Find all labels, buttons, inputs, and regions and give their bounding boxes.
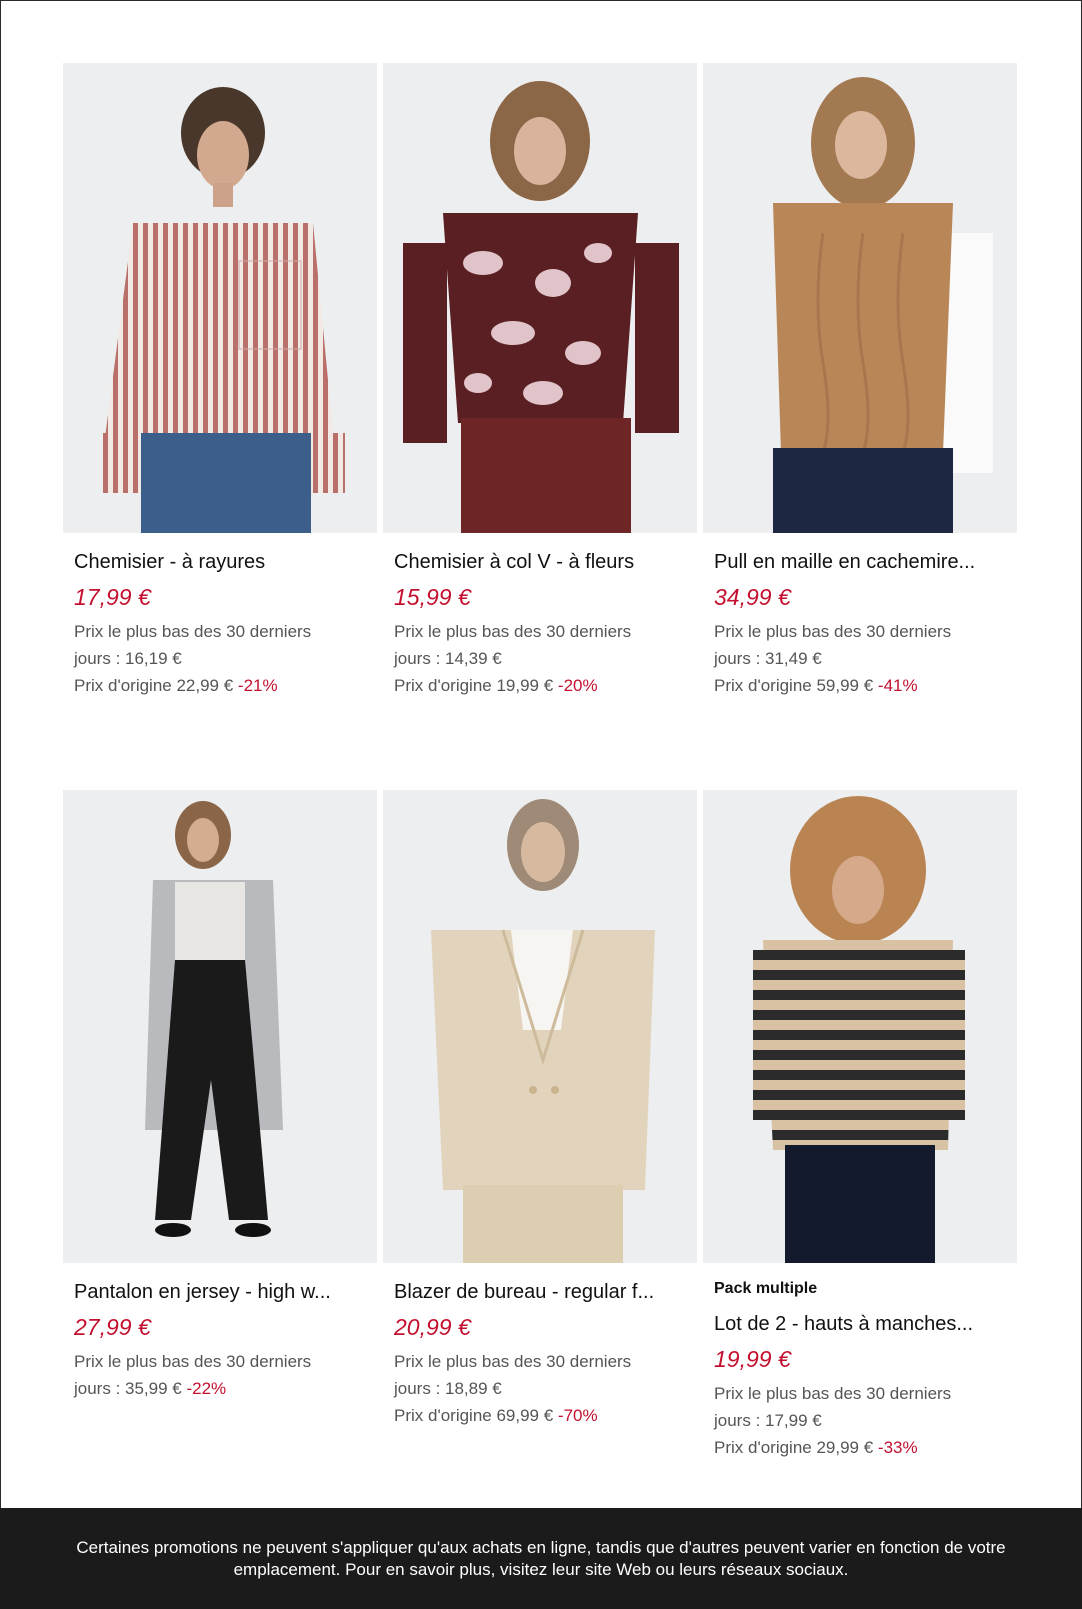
original-price: Prix d'origine 19,99 € [394, 676, 554, 695]
product-image[interactable] [63, 63, 377, 533]
product-price: 19,99 € [714, 1346, 791, 1372]
product-price: 27,99 € [74, 1314, 151, 1340]
product-card[interactable]: Pull en maille en cachemire... 34,99 € P… [703, 63, 1017, 753]
original-price: Prix d'origine 22,99 € [74, 676, 234, 695]
product-card[interactable]: Pantalon en jersey - high w... 27,99 € P… [63, 790, 377, 1461]
lowest-price-label: Prix le plus bas des 30 derniers [394, 622, 632, 641]
footer-text: Certaines promotions ne peuvent s'appliq… [76, 1537, 1006, 1579]
product-title[interactable]: Lot de 2 - hauts à manches... [714, 1312, 1017, 1336]
price-details: Prix le plus bas des 30 derniers jours :… [714, 618, 1017, 699]
product-image[interactable] [703, 63, 1017, 533]
original-price: Prix d'origine 29,99 € [714, 1438, 874, 1457]
product-grid: Chemisier - à rayures 17,99 € Prix le pl… [63, 63, 1019, 1461]
pack-label: Pack multiple [714, 1280, 818, 1297]
lowest-price-value: jours : 17,99 € [714, 1411, 822, 1430]
product-card[interactable]: Blazer de bureau - regular f... 20,99 € … [383, 790, 697, 1461]
price-details: Prix le plus bas des 30 derniers jours :… [74, 618, 377, 699]
price-details: Prix le plus bas des 30 derniers jours :… [74, 1348, 377, 1402]
lowest-price-label: Prix le plus bas des 30 derniers [714, 622, 952, 641]
discount-badge: -33% [877, 1438, 918, 1457]
product-card[interactable]: Pack multiple Lot de 2 - hauts à manches… [703, 790, 1017, 1461]
product-title[interactable]: Chemisier à col V - à fleurs [394, 550, 697, 574]
lowest-price-value: jours : 18,89 € [394, 1379, 502, 1398]
product-title[interactable]: Blazer de bureau - regular f... [394, 1280, 697, 1304]
product-image[interactable] [383, 63, 697, 533]
lowest-price-value: jours : 14,39 € [394, 649, 502, 668]
product-title[interactable]: Pull en maille en cachemire... [714, 550, 1017, 574]
product-image[interactable] [703, 790, 1017, 1263]
discount-badge: -22% [186, 1379, 227, 1398]
product-row: Pantalon en jersey - high w... 27,99 € P… [63, 790, 1019, 1461]
lowest-price-value: jours : 35,99 € [74, 1379, 182, 1398]
discount-badge: -70% [557, 1406, 598, 1425]
product-row: Chemisier - à rayures 17,99 € Prix le pl… [63, 63, 1019, 753]
original-price: Prix d'origine 59,99 € [714, 676, 874, 695]
product-price: 20,99 € [394, 1314, 471, 1340]
lowest-price-label: Prix le plus bas des 30 derniers [74, 1352, 312, 1371]
discount-badge: -20% [557, 676, 598, 695]
lowest-price-label: Prix le plus bas des 30 derniers [394, 1352, 632, 1371]
lowest-price-label: Prix le plus bas des 30 derniers [714, 1384, 952, 1403]
discount-badge: -21% [237, 676, 278, 695]
original-price: Prix d'origine 69,99 € [394, 1406, 554, 1425]
price-details: Prix le plus bas des 30 derniers jours :… [394, 618, 697, 699]
product-image[interactable] [63, 790, 377, 1263]
lowest-price-value: jours : 16,19 € [74, 649, 182, 668]
product-image[interactable] [383, 790, 697, 1263]
price-details: Prix le plus bas des 30 derniers jours :… [714, 1380, 1017, 1461]
lowest-price-value: jours : 31,49 € [714, 649, 822, 668]
discount-badge: -41% [877, 676, 918, 695]
lowest-price-label: Prix le plus bas des 30 derniers [74, 622, 312, 641]
product-card[interactable]: Chemisier à col V - à fleurs 15,99 € Pri… [383, 63, 697, 753]
product-price: 34,99 € [714, 584, 791, 610]
product-card[interactable]: Chemisier - à rayures 17,99 € Prix le pl… [63, 63, 377, 753]
product-price: 15,99 € [394, 584, 471, 610]
price-details: Prix le plus bas des 30 derniers jours :… [394, 1348, 697, 1429]
product-title[interactable]: Chemisier - à rayures [74, 550, 377, 574]
product-price: 17,99 € [74, 584, 151, 610]
footer-disclaimer: Certaines promotions ne peuvent s'appliq… [0, 1508, 1082, 1609]
product-title[interactable]: Pantalon en jersey - high w... [74, 1280, 377, 1304]
